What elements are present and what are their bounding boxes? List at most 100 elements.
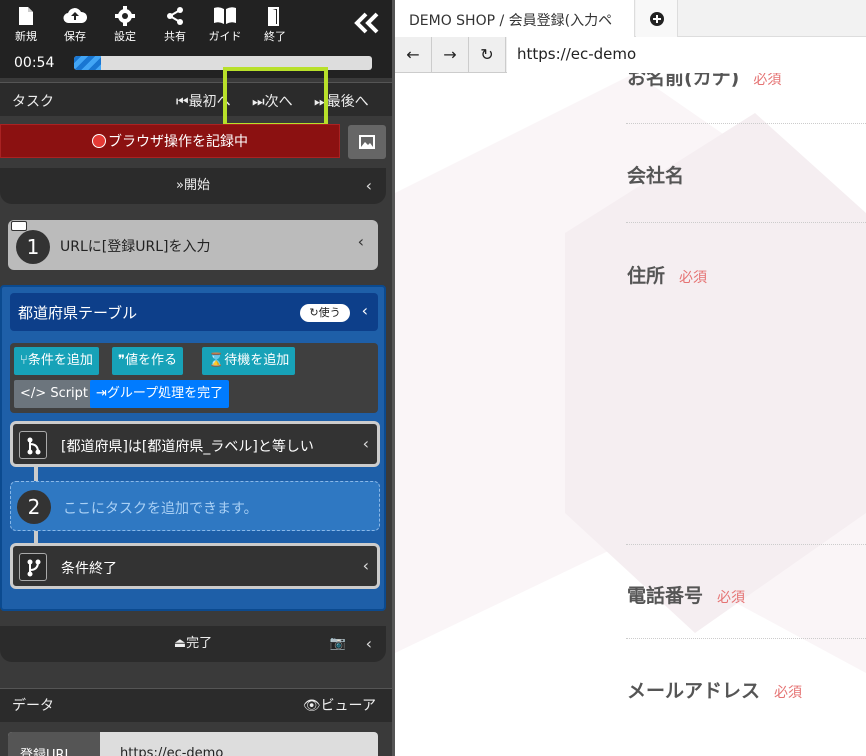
chevron-double-down-icon: » [176,178,184,193]
double-chevron-left-icon [354,12,380,38]
use-label: 使う [318,306,341,319]
toolbar: 新規 保存 設定 共有 ガイド 終了 [0,0,392,50]
task-title: タスク [12,94,54,110]
quote-icon: ❞ [118,353,125,368]
branch-icon [19,431,47,459]
eye-icon: 👁 [302,698,321,714]
kana-divider [626,123,866,124]
required-badge: 必須 [717,590,746,606]
forward-button[interactable]: → [432,37,469,73]
settings-label: 設定 [114,30,136,43]
chevron-left-icon[interactable]: ‹ [358,232,364,251]
required-badge: 必須 [753,73,782,88]
chevron-left-icon[interactable]: ‹ [366,626,372,662]
finish-section[interactable]: ⏏完了 📷 ‹ [0,626,386,662]
record-button[interactable]: ブラウザ操作を記録中 [0,124,340,158]
new-tab-button[interactable] [636,0,678,37]
gear-icon [103,6,147,28]
task-step-1[interactable]: 1 URLに[登録URL]を入力 ‹ [8,220,378,270]
required-badge: 必須 [774,685,803,701]
condition-step[interactable]: [都道府県]は[都道府県_ラベル]と等しい ‹ [10,421,380,467]
finish-group-label: グループ処理を完了 [106,386,224,401]
address-divider [626,544,866,545]
add-condition-button[interactable]: ⑂条件を追加 [14,347,99,375]
script-button[interactable]: </> Script [14,380,95,408]
chevron-left-icon[interactable]: ‹ [362,301,368,320]
viewer-button[interactable]: 👁ビューア [303,695,376,715]
connector-line [34,531,38,543]
email-label: メールアドレス [627,680,761,702]
data-title: データ [12,698,54,714]
save-button[interactable]: 保存 [53,6,97,46]
required-badge: 必須 [679,270,708,286]
add-task-placeholder: ここにタスクを追加できます。 [63,501,258,517]
camera-icon[interactable]: 📷 [330,626,346,662]
record-dot-icon [92,134,106,148]
next-button-highlight [223,67,328,127]
arrow-right-icon: → [443,45,457,64]
screenshot-image-button[interactable] [348,125,386,159]
phone-divider [626,638,866,639]
step-number: 2 [17,490,51,524]
task-header: タスク ⏮最初へ ⏭次へ ⏭最後へ [0,82,392,116]
collapse-panel-button[interactable] [354,12,380,38]
data-row-key: 登録URL [8,732,100,756]
add-task-dropzone[interactable]: 2 ここにタスクを追加できます。 [10,481,380,531]
guide-button[interactable]: ガイド [203,6,247,46]
start-label: 開始 [183,178,210,193]
phone-label-row: 電話番号 必須 [627,581,745,608]
door-icon [253,6,297,28]
keyboard-icon [11,221,27,231]
add-wait-button[interactable]: ⌛待機を追加 [202,347,296,375]
reload-button[interactable]: ↻ [469,37,506,73]
group-header[interactable]: 都道府県テーブル ↻使う ‹ [10,293,378,331]
exit-button[interactable]: 終了 [253,6,297,46]
data-row-value: https://ec-demo [120,746,224,756]
reload-icon: ↻ [480,45,494,64]
back-button[interactable]: ← [395,37,432,73]
last-label: 最後へ [326,94,369,110]
chevron-left-icon[interactable]: ‹ [363,434,369,453]
image-icon [348,135,386,163]
record-label: ブラウザ操作を記録中 [108,134,248,150]
branch-icon: ⑂ [20,353,28,368]
condition-end-text: 条件終了 [61,561,117,577]
start-section[interactable]: »開始 ‹ [0,168,386,204]
condition-end-step[interactable]: 条件終了 ‹ [10,543,380,589]
condition-text: [都道府県]は[都道府県_ラベル]と等しい [61,439,314,455]
new-button[interactable]: 新規 [4,6,48,46]
use-badge[interactable]: ↻使う [300,304,350,322]
make-value-label: 値を作る [125,353,178,368]
chevron-left-icon[interactable]: ‹ [366,168,372,204]
add-condition-label: 条件を追加 [27,353,93,368]
step-text: URLに[登録URL]を入力 [60,239,211,255]
company-label-row: 会社名 [627,161,684,188]
plus-circle-icon [649,8,665,29]
company-divider [626,222,866,223]
new-label: 新規 [15,30,37,43]
cloud-upload-icon [53,6,97,28]
url-field[interactable]: https://ec-demo [507,37,866,73]
automation-panel: 新規 保存 設定 共有 ガイド 終了 00:54 タスク ⏮最初へ ⏭次へ ⏭最… [0,0,392,756]
script-label: Script [50,386,89,401]
share-label: 共有 [164,30,186,43]
chevron-left-icon[interactable]: ‹ [363,556,369,575]
address-bar: ← → ↻ https://ec-demo [395,37,866,73]
task-group: 都道府県テーブル ↻使う ‹ ⑂条件を追加 ❞値を作る ⌛待機を追加 </> S… [0,285,386,611]
group-action-panel: ⑂条件を追加 ❞値を作る ⌛待機を追加 </> Script ⇥グループ処理を完… [10,343,378,413]
browser-tab[interactable]: DEMO SHOP / 会員登録(入力ペ [395,0,635,37]
address-label: 住所 [627,265,666,287]
chevron-double-up-icon: ⏏ [173,636,187,651]
finish-group-button[interactable]: ⇥グループ処理を完了 [90,380,230,408]
make-value-button[interactable]: ❞値を作る [112,347,184,375]
settings-button[interactable]: 設定 [103,6,147,46]
data-row[interactable]: 登録URL https://ec-demo [8,732,378,756]
kana-label: お名前(カナ) [627,73,740,89]
progress-fill [74,56,101,70]
share-button[interactable]: 共有 [153,6,197,46]
step-number: 1 [16,230,50,264]
email-label-row: メールアドレス 必須 [627,676,802,703]
sign-out-icon: ⇥ [96,386,107,401]
file-icon [4,6,48,28]
timer-bar: 00:54 [0,50,392,78]
